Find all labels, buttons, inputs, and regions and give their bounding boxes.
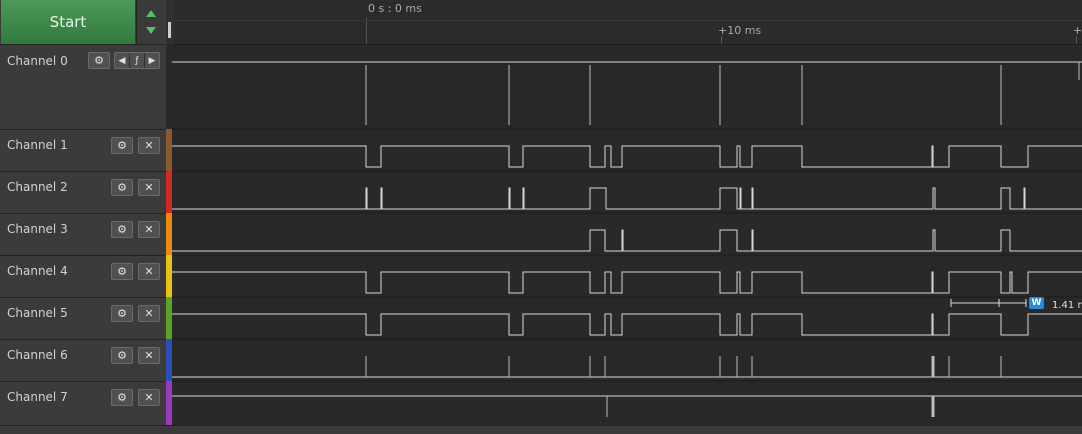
chevron-right-icon[interactable]: ▶ bbox=[145, 53, 159, 68]
gear-icon[interactable]: ⚙ bbox=[111, 137, 133, 154]
close-icon[interactable]: ✕ bbox=[138, 137, 160, 154]
channel-row-7: Channel 7 ⚙ ✕ bbox=[0, 381, 166, 426]
channel-label: Channel 0 bbox=[7, 54, 68, 68]
close-icon[interactable]: ✕ bbox=[138, 263, 160, 280]
channel-row-0: Channel 0 ⚙ ◀ ƒ ▶ bbox=[0, 44, 166, 130]
channel-label: Channel 4 bbox=[7, 264, 68, 278]
channel-row-3: Channel 3 ⚙ ✕ bbox=[0, 213, 166, 256]
gear-icon[interactable]: ⚙ bbox=[111, 179, 133, 196]
channel-label: Channel 5 bbox=[7, 306, 68, 320]
ruler-separator bbox=[174, 20, 1082, 21]
ch4-waveform bbox=[172, 271, 1082, 294]
gear-icon[interactable]: ⚙ bbox=[111, 347, 133, 364]
gear-icon[interactable]: ⚙ bbox=[111, 305, 133, 322]
channel-row-5: Channel 5 ⚙ ✕ bbox=[0, 297, 166, 340]
capture-spinner[interactable] bbox=[136, 0, 166, 44]
waveform-canvas bbox=[172, 61, 1082, 417]
close-icon[interactable]: ✕ bbox=[138, 305, 160, 322]
ruler-origin-label: 0 s : 0 ms bbox=[368, 2, 422, 15]
ruler-mark-label-cut: + bbox=[1073, 24, 1082, 37]
chevron-left-icon[interactable]: ◀ bbox=[115, 53, 130, 68]
width-measurement-badge[interactable]: W bbox=[1029, 297, 1044, 309]
channel-label: Channel 6 bbox=[7, 348, 68, 362]
time-ruler[interactable]: 0 s : 0 ms +10 ms + bbox=[174, 0, 1082, 45]
ruler-tick bbox=[366, 18, 367, 44]
close-icon[interactable]: ✕ bbox=[138, 179, 160, 196]
ch2-waveform bbox=[172, 187, 1082, 210]
waveform-area[interactable]: W 1.41 m bbox=[172, 45, 1082, 427]
ch3-waveform bbox=[172, 229, 1082, 252]
gear-icon[interactable]: ⚙ bbox=[88, 52, 110, 69]
ruler-tick bbox=[1076, 36, 1077, 44]
channel-row-6: Channel 6 ⚙ ✕ bbox=[0, 339, 166, 382]
ch1-waveform bbox=[172, 145, 1082, 168]
trigger-selector[interactable]: ◀ ƒ ▶ bbox=[114, 52, 160, 69]
gear-icon[interactable]: ⚙ bbox=[111, 389, 133, 406]
channel-label: Channel 7 bbox=[7, 390, 68, 404]
panel-splitter[interactable] bbox=[166, 0, 174, 44]
start-button[interactable]: Start bbox=[1, 0, 135, 45]
gear-icon[interactable]: ⚙ bbox=[111, 263, 133, 280]
channel-row-4: Channel 4 ⚙ ✕ bbox=[0, 255, 166, 298]
splitter-grip[interactable] bbox=[168, 22, 171, 38]
ruler-tick bbox=[721, 36, 722, 44]
channel-label: Channel 1 bbox=[7, 138, 68, 152]
close-icon[interactable]: ✕ bbox=[138, 221, 160, 238]
arrow-up-icon[interactable] bbox=[146, 10, 156, 17]
arrow-down-icon[interactable] bbox=[146, 27, 156, 34]
logic-analyzer-window: Start Channel 0 ⚙ ◀ ƒ ▶ Channel 1 ⚙ ✕ Ch… bbox=[0, 0, 1082, 434]
ruler-mark-label: +10 ms bbox=[718, 24, 762, 37]
channel-label: Channel 3 bbox=[7, 222, 68, 236]
channel-row-1: Channel 1 ⚙ ✕ bbox=[0, 129, 166, 172]
falling-edge-trigger-icon[interactable]: ƒ bbox=[130, 53, 145, 68]
gear-icon[interactable]: ⚙ bbox=[111, 221, 133, 238]
channel-label: Channel 2 bbox=[7, 180, 68, 194]
channel-panel: Start Channel 0 ⚙ ◀ ƒ ▶ Channel 1 ⚙ ✕ Ch… bbox=[0, 0, 166, 433]
close-icon[interactable]: ✕ bbox=[138, 347, 160, 364]
width-measurement-value: 1.41 m bbox=[1052, 300, 1082, 311]
close-icon[interactable]: ✕ bbox=[138, 389, 160, 406]
channel-row-2: Channel 2 ⚙ ✕ bbox=[0, 171, 166, 214]
ch5-waveform bbox=[172, 313, 1082, 336]
